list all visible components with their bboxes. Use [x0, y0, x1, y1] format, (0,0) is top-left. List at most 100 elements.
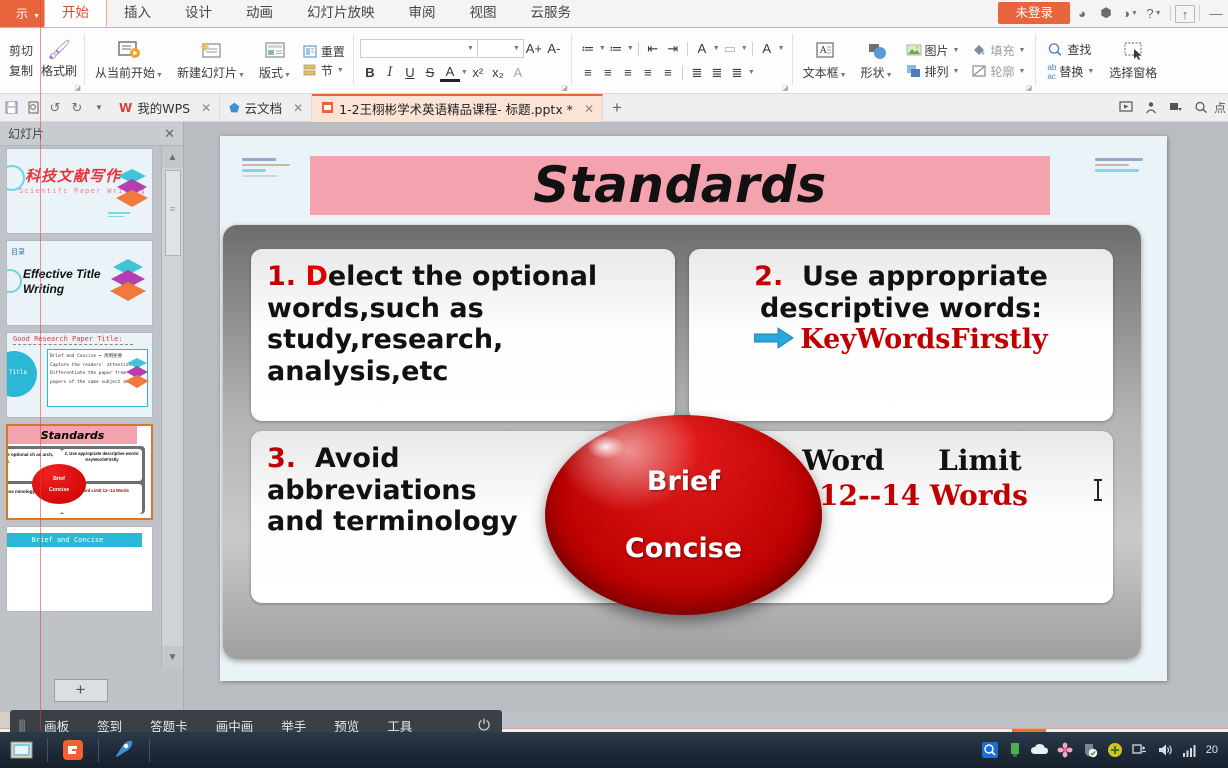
insert-dialog-launcher[interactable]: ◪	[1026, 84, 1033, 92]
superscript-button[interactable]: x²	[468, 63, 488, 83]
scrollbar-thumb[interactable]	[165, 170, 181, 256]
quadrant-card-2[interactable]: 2. Use appropriate descriptive words: Ke…	[689, 249, 1113, 421]
doc-tab-presentation[interactable]: 1-2王栩彬学术英语精品课程- 标题.pptx * ✕	[312, 93, 603, 122]
doc-tab-my-wps[interactable]: W 我的WPS ✕	[110, 93, 221, 122]
search-label[interactable]: 点	[1214, 94, 1228, 122]
cut-button[interactable]: 剪切	[6, 41, 36, 60]
align-right-button[interactable]: ≡	[618, 63, 638, 83]
save-icon[interactable]	[0, 94, 22, 122]
center-ellipse-shape[interactable]: Brief Concise	[545, 415, 822, 615]
font-color-button[interactable]: A	[439, 64, 460, 82]
add-slide-button[interactable]: +	[53, 678, 108, 702]
bold-button[interactable]: B	[360, 63, 380, 83]
justify-button[interactable]: ≡	[638, 63, 658, 83]
clear-formatting-button[interactable]: A	[508, 63, 528, 83]
cloud-icon[interactable]	[1030, 741, 1049, 759]
search-icon[interactable]	[981, 741, 999, 759]
decrease-indent-button[interactable]: ⇤	[643, 39, 663, 59]
redo-icon[interactable]: ↻	[66, 94, 88, 122]
format-painter-button[interactable]: 格式刷	[38, 61, 80, 80]
ribbon-tab-review[interactable]: 审阅	[392, 0, 453, 27]
reset-button[interactable]: 重置	[298, 42, 349, 61]
globe-icon[interactable]: ◕	[1070, 0, 1094, 27]
shading-button[interactable]: ▭	[720, 39, 740, 59]
close-icon[interactable]: ✕	[201, 101, 211, 115]
ribbon-tab-cloud[interactable]: 云服务	[514, 0, 589, 27]
picture-button[interactable]: 图片 ▼	[902, 41, 964, 60]
app-icon-rocket[interactable]	[104, 734, 144, 766]
help-icon[interactable]: ? ▼	[1142, 0, 1166, 27]
list-item[interactable]: Standards the optional ch as arch, etc 2…	[6, 424, 153, 520]
usb-icon[interactable]	[1006, 741, 1024, 759]
chevron-down-icon[interactable]: ▼	[713, 45, 720, 52]
slide-panel-scrollbar[interactable]: ▲ ▼	[161, 146, 183, 668]
arrange-button[interactable]: 排列 ▼	[902, 62, 964, 81]
font-size-input[interactable]: ▼	[477, 39, 524, 58]
scroll-down-icon[interactable]: ▼	[162, 646, 183, 668]
dock-drag-handle[interactable]: |||	[10, 718, 30, 732]
ribbon-tab-view[interactable]: 视图	[453, 0, 514, 27]
align-left-button[interactable]: ≡	[578, 63, 598, 83]
strikethrough-button[interactable]: S	[420, 63, 440, 83]
shield-icon[interactable]	[1081, 741, 1099, 759]
login-button[interactable]: 未登录	[998, 2, 1070, 24]
indent-increase-button[interactable]: ≣	[687, 63, 707, 83]
chevron-down-icon[interactable]: ▼	[627, 45, 634, 52]
find-button[interactable]: 查找	[1043, 40, 1098, 59]
distribute-button[interactable]: ≡	[658, 63, 678, 83]
textbox-button[interactable]: A 文本框▼	[796, 30, 854, 91]
wps-app-menu-button[interactable]: 示 ▼	[0, 0, 44, 27]
list-item[interactable]: Good Research Paper Title: Title Brief a…	[6, 332, 153, 418]
app-icon-orange[interactable]	[53, 734, 93, 766]
close-icon[interactable]: ✕	[293, 101, 303, 115]
present-icon[interactable]	[1114, 94, 1139, 122]
minimize-window-icon[interactable]: —	[1204, 0, 1228, 27]
selection-pane-button[interactable]: 选择窗格	[1102, 30, 1164, 91]
update-icon[interactable]	[1106, 741, 1124, 759]
doc-tab-cloud-doc[interactable]: ⬟ 云文档 ✕	[220, 93, 313, 122]
signal-icon[interactable]	[1181, 741, 1199, 759]
new-tab-button[interactable]: +	[603, 98, 631, 118]
chevron-down-icon[interactable]: ▼	[748, 69, 755, 76]
print-preview-icon[interactable]	[22, 94, 44, 122]
undo-icon[interactable]: ↺	[44, 94, 66, 122]
scroll-up-icon[interactable]: ▲	[162, 146, 183, 168]
ribbon-tab-animation[interactable]: 动画	[229, 0, 290, 27]
font-dialog-launcher[interactable]: ◪	[561, 84, 568, 92]
grow-font-button[interactable]: A+	[524, 39, 544, 59]
chevron-down-icon[interactable]: ▼	[461, 69, 468, 76]
slide-title[interactable]: Standards	[310, 150, 1050, 220]
chevron-down-icon[interactable]: ▼	[741, 45, 748, 52]
shield-icon[interactable]: ⬢	[1094, 0, 1118, 27]
chevron-down-icon[interactable]: ▼	[778, 45, 785, 52]
subscript-button[interactable]: x₂	[488, 63, 508, 83]
shapes-button[interactable]: 形状▼	[854, 30, 900, 91]
clipboard-dialog-launcher[interactable]: ◪	[74, 84, 81, 92]
share-icon[interactable]	[1164, 94, 1189, 122]
line-spacing-button[interactable]: A	[692, 39, 712, 59]
increase-indent-button[interactable]: ⇥	[663, 39, 683, 59]
layout-button[interactable]: 版式▼	[252, 30, 298, 91]
slide-editor[interactable]: Standards 1. Delect the optional words,s…	[220, 136, 1167, 681]
flower-icon[interactable]	[1056, 741, 1074, 759]
slide-canvas-area[interactable]: Standards 1. Delect the optional words,s…	[184, 122, 1228, 712]
section-button[interactable]: 节 ▼	[298, 61, 349, 80]
new-slide-button[interactable]: 新建幻灯片▼	[170, 30, 252, 91]
underline-button[interactable]: U	[400, 63, 420, 83]
align-center-button[interactable]: ≡	[598, 63, 618, 83]
ribbon-tab-home[interactable]: 开始	[44, 0, 107, 27]
chevron-down-icon[interactable]: ▼	[599, 45, 606, 52]
network-plug-icon[interactable]	[1131, 741, 1149, 759]
font-name-input[interactable]: ▼	[359, 39, 478, 58]
fill-button[interactable]: 填充 ▼	[967, 41, 1029, 60]
character-spacing-button[interactable]: A	[757, 39, 777, 59]
ribbon-tab-slideshow[interactable]: 幻灯片放映	[290, 0, 392, 27]
close-icon[interactable]: ✕	[584, 102, 594, 116]
qat-chevron-down-icon[interactable]: ▼	[88, 94, 110, 122]
volume-icon[interactable]	[1156, 741, 1174, 759]
quadrant-card-1[interactable]: 1. Delect the optional words,such as stu…	[251, 249, 675, 421]
person-icon[interactable]	[1139, 94, 1164, 122]
replace-button[interactable]: ab ac 替换 ▼	[1043, 62, 1098, 82]
share-upload-icon[interactable]: ↑	[1175, 5, 1195, 23]
slide-thumbnail-list[interactable]: 科技文献写作 Scientifc Paper Writing 目录 Effect…	[0, 146, 161, 668]
